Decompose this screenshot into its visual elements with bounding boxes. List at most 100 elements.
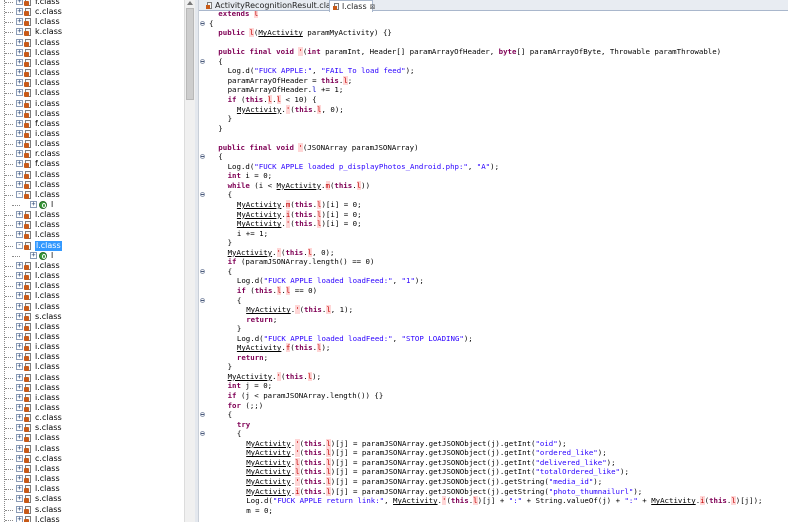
expand-icon[interactable]: + <box>16 332 23 340</box>
expand-icon[interactable]: + <box>16 444 23 452</box>
expand-icon[interactable]: + <box>16 282 23 290</box>
tree-class-item[interactable]: + l.class <box>0 515 184 522</box>
expand-icon[interactable]: + <box>16 495 23 503</box>
fold-toggle-icon[interactable] <box>200 20 205 26</box>
tree-class-item[interactable]: + l.class <box>0 433 184 443</box>
tree-class-item[interactable]: + s.class <box>0 312 184 322</box>
expand-icon[interactable]: + <box>16 58 23 66</box>
tree-class-item[interactable]: + l.class <box>0 17 184 27</box>
tree-class-item[interactable]: + l.class <box>0 220 184 230</box>
expand-icon[interactable]: + <box>16 119 23 127</box>
tree-class-item[interactable]: + l.class <box>0 403 184 413</box>
tree-class-item[interactable]: + f.class <box>0 159 184 169</box>
tree-class-item[interactable]: + l.class <box>0 261 184 271</box>
expand-icon[interactable]: + <box>16 343 23 351</box>
tree-class-item[interactable]: + l.class <box>0 322 184 332</box>
expand-icon[interactable]: + <box>16 393 23 401</box>
expand-icon[interactable]: + <box>16 322 23 330</box>
tree-class-item[interactable]: + l.class <box>0 281 184 291</box>
expand-icon[interactable]: + <box>16 150 23 158</box>
tree-class-item[interactable]: + l.class <box>0 332 184 342</box>
expand-icon[interactable]: + <box>16 18 23 26</box>
tree-class-item[interactable]: + l.class <box>0 444 184 454</box>
expand-icon[interactable]: + <box>16 0 23 5</box>
fold-toggle-icon[interactable] <box>200 268 205 274</box>
expand-icon[interactable]: + <box>16 170 23 178</box>
expand-icon[interactable]: + <box>16 312 23 320</box>
expand-icon[interactable]: + <box>16 261 23 269</box>
expand-icon[interactable]: + <box>16 485 23 493</box>
tree-class-item[interactable]: + s.class <box>0 494 184 504</box>
package-explorer-scrollbar[interactable] <box>184 0 195 522</box>
tree-class-item[interactable]: + l.class <box>0 180 184 190</box>
tree-class-item[interactable]: + l.class <box>0 48 184 58</box>
expand-icon[interactable]: + <box>16 231 23 239</box>
expand-icon[interactable]: + <box>16 211 23 219</box>
tree-class-item[interactable]: + l.class <box>0 302 184 312</box>
expand-icon[interactable]: + <box>30 251 37 259</box>
tree-member-item[interactable]: + l <box>0 251 184 261</box>
expand-icon[interactable]: + <box>16 292 23 300</box>
tree-class-item[interactable]: + l.class <box>0 291 184 301</box>
expand-icon[interactable]: + <box>16 99 23 107</box>
expand-icon[interactable]: + <box>16 109 23 117</box>
tree-class-item[interactable]: + i.class <box>0 393 184 403</box>
expand-icon[interactable]: + <box>16 8 23 16</box>
tree-class-item[interactable]: + l.class <box>0 474 184 484</box>
expand-icon[interactable]: + <box>16 434 23 442</box>
expand-icon[interactable]: + <box>16 383 23 391</box>
expand-icon[interactable]: + <box>16 373 23 381</box>
expand-icon[interactable]: + <box>16 464 23 472</box>
tree-class-item[interactable]: + r.class <box>0 149 184 159</box>
expand-icon[interactable]: + <box>16 272 23 280</box>
collapse-icon[interactable]: - <box>16 190 23 198</box>
expand-icon[interactable]: + <box>16 48 23 56</box>
tree-class-item[interactable]: + i.class <box>0 342 184 352</box>
fold-toggle-icon[interactable] <box>200 192 205 198</box>
tree-class-item[interactable]: - l.class <box>0 240 184 251</box>
tree-class-item[interactable]: + i.class <box>0 129 184 139</box>
tree-class-item[interactable]: + f.class <box>0 119 184 129</box>
tree-class-item[interactable]: + l.class <box>0 210 184 220</box>
tree-class-item[interactable]: + l.class <box>0 271 184 281</box>
expand-icon[interactable]: + <box>16 454 23 462</box>
tree-class-item[interactable]: + i.class <box>0 99 184 109</box>
expand-icon[interactable]: + <box>30 201 37 208</box>
tree-class-item[interactable]: + l.class <box>0 68 184 78</box>
tree-class-item[interactable]: + l.class <box>0 139 184 149</box>
tree-class-item[interactable]: + l.class <box>0 78 184 88</box>
tree-class-item[interactable]: + l.class <box>0 58 184 68</box>
expand-icon[interactable]: + <box>16 221 23 229</box>
code-area[interactable]: extends l{public l(MyActivity paramMyAct… <box>209 11 788 522</box>
tree-class-item[interactable]: + l.class <box>0 383 184 393</box>
tree-class-item[interactable]: + l.class <box>0 362 184 372</box>
tree-class-item[interactable]: + s.class <box>0 505 184 515</box>
expand-icon[interactable]: + <box>16 353 23 361</box>
tree-class-item[interactable]: + f.class <box>0 0 184 7</box>
expand-icon[interactable]: + <box>16 302 23 310</box>
fold-toggle-icon[interactable] <box>200 58 205 64</box>
tree-class-item[interactable]: + s.class <box>0 423 184 433</box>
expand-icon[interactable]: + <box>16 28 23 36</box>
tree-class-item[interactable]: + c.class <box>0 454 184 464</box>
tree-class-item[interactable]: + l.class <box>0 170 184 180</box>
fold-toggle-icon[interactable] <box>200 154 205 160</box>
tree-class-item[interactable]: + l.class <box>0 484 184 494</box>
tree-class-item[interactable]: + l.class <box>0 373 184 383</box>
tree-class-item[interactable]: + l.class <box>0 109 184 119</box>
expand-icon[interactable]: + <box>16 424 23 432</box>
tree-class-item[interactable]: + l.class <box>0 88 184 98</box>
expand-icon[interactable]: + <box>16 475 23 483</box>
scroll-up-icon[interactable] <box>187 1 193 5</box>
scroll-thumb[interactable] <box>186 8 194 100</box>
tree-class-item[interactable]: + k.class <box>0 27 184 37</box>
expand-icon[interactable]: + <box>16 160 23 168</box>
fold-toggle-icon[interactable] <box>200 297 205 303</box>
tree-class-item[interactable]: + c.class <box>0 413 184 423</box>
tab-activity-recognition-result[interactable]: ActivityRecognitionResult.class⊠ <box>203 0 348 11</box>
expand-icon[interactable]: + <box>16 140 23 148</box>
fold-toggle-icon[interactable] <box>200 431 205 437</box>
tree-class-item[interactable]: + c.class <box>0 7 184 17</box>
expand-icon[interactable]: + <box>16 363 23 371</box>
expand-icon[interactable]: + <box>16 404 23 411</box>
